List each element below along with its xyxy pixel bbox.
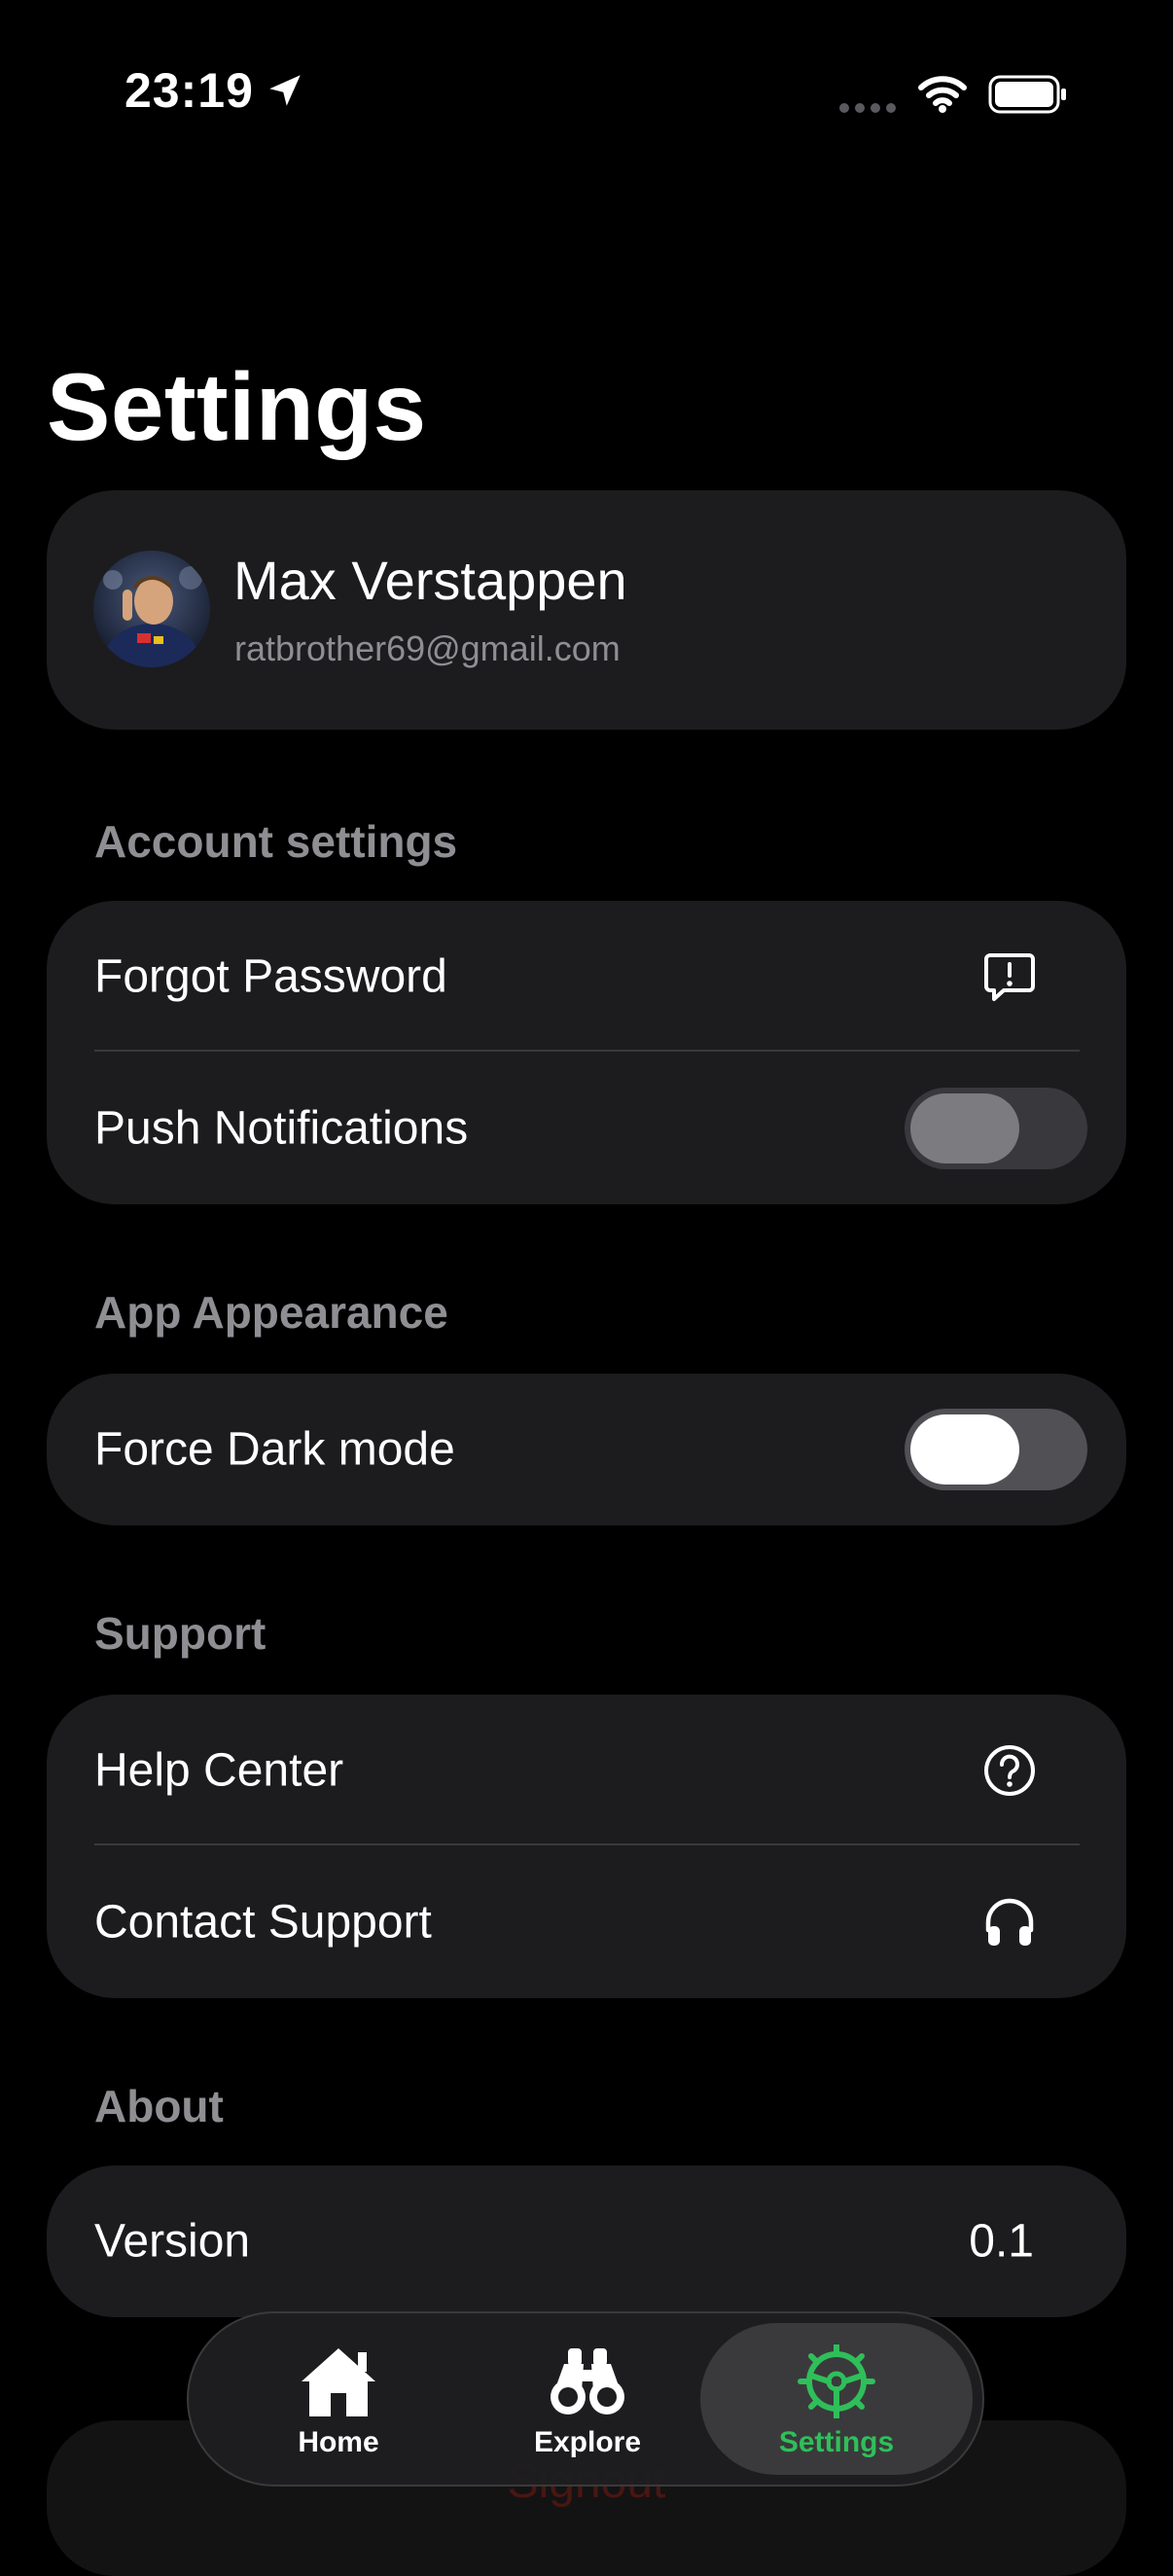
help-center-row[interactable]: Help Center: [47, 1695, 1126, 1846]
appearance-card: Force Dark mode: [47, 1374, 1126, 1525]
force-dark-mode-label: Force Dark mode: [94, 1423, 455, 1476]
tab-settings-label: Settings: [778, 2426, 895, 2458]
forgot-password-row[interactable]: Forgot Password: [47, 901, 1126, 1053]
headphones-icon: [985, 1898, 1034, 1946]
push-notifications-toggle[interactable]: [905, 1088, 1087, 1169]
status-time: 23:19: [124, 63, 254, 118]
version-value: 0.1: [969, 2215, 1034, 2268]
binoculars-icon: [551, 2348, 624, 2415]
tab-explore-label: Explore: [533, 2426, 642, 2458]
force-dark-mode-row: Force Dark mode: [47, 1374, 1126, 1525]
status-bar: 23:19: [0, 0, 1173, 195]
tab-home[interactable]: Home: [202, 2323, 475, 2475]
wifi-icon: [918, 76, 967, 113]
version-row: Version 0.1: [47, 2165, 1126, 2317]
version-label: Version: [94, 2215, 251, 2268]
profile-name: Max Verstappen: [233, 550, 627, 611]
contact-support-row[interactable]: Contact Support: [47, 1846, 1126, 1998]
section-header-account: Account settings: [94, 816, 458, 867]
about-card: Version 0.1: [47, 2165, 1126, 2317]
support-card: Help Center Contact Support: [47, 1695, 1126, 1998]
question-circle-icon: [984, 1745, 1035, 1796]
profile-email: ratbrother69@gmail.com: [234, 628, 621, 668]
push-notifications-row: Push Notifications: [47, 1053, 1126, 1204]
page-title: Settings: [47, 353, 427, 460]
toggle-knob: [910, 1414, 1019, 1485]
cellular-signal-icon: [839, 103, 896, 113]
divider: [94, 1843, 1080, 1845]
push-notifications-label: Push Notifications: [94, 1102, 469, 1155]
avatar: [93, 551, 210, 667]
section-header-support: Support: [94, 1608, 267, 1659]
steering-wheel-gear-icon: [798, 2344, 875, 2418]
tab-explore[interactable]: Explore: [451, 2323, 724, 2475]
location-arrow-icon: [269, 75, 301, 106]
tab-home-label: Home: [298, 2426, 379, 2458]
house-icon: [302, 2348, 375, 2416]
profile-card[interactable]: Max Verstappen ratbrother69@gmail.com: [47, 490, 1126, 730]
force-dark-mode-toggle[interactable]: [905, 1409, 1087, 1490]
forgot-password-label: Forgot Password: [94, 950, 447, 1003]
help-center-label: Help Center: [94, 1744, 344, 1797]
section-header-about: About: [94, 2081, 224, 2131]
section-header-appearance: App Appearance: [94, 1287, 448, 1338]
divider: [94, 1050, 1080, 1052]
toggle-knob: [910, 1093, 1019, 1163]
contact-support-label: Contact Support: [94, 1896, 432, 1949]
tab-bar: Home Explore Settings: [187, 2311, 984, 2487]
battery-icon: [988, 75, 1066, 114]
exclamation-bubble-icon: [984, 953, 1035, 1001]
account-settings-card: Forgot Password Push Notifications: [47, 901, 1126, 1204]
tab-settings[interactable]: Settings: [700, 2323, 973, 2475]
